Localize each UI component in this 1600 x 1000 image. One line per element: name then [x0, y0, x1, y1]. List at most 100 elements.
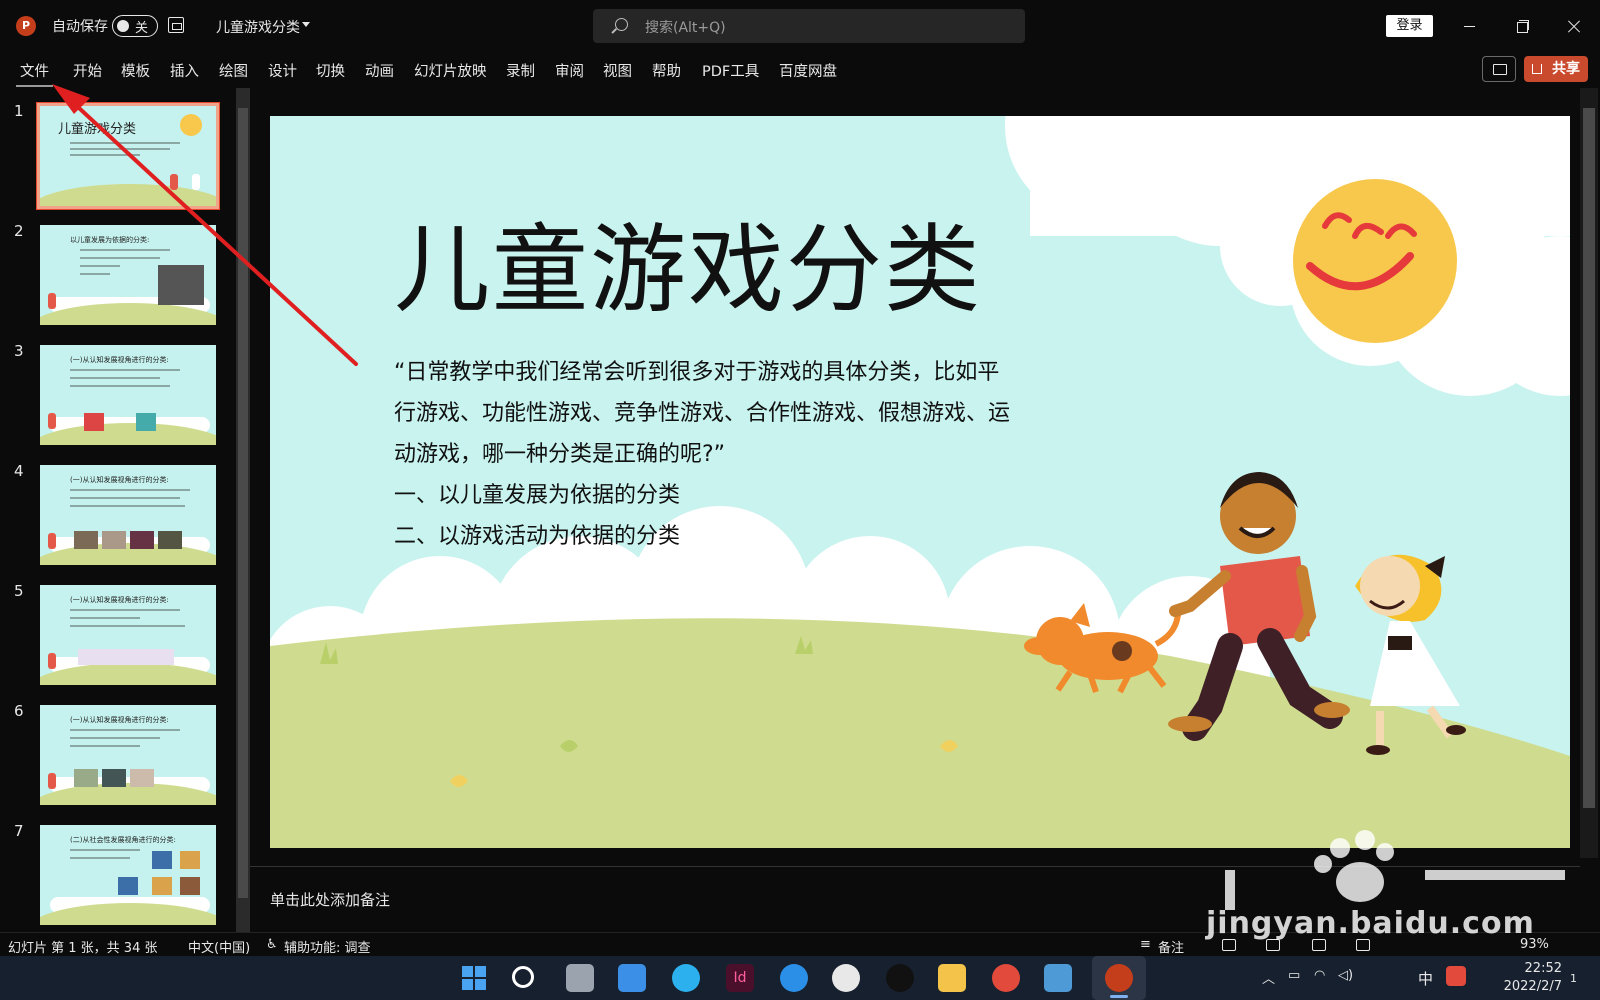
autosave-toggle[interactable]: 关	[112, 15, 158, 37]
slide-thumbnail-4[interactable]: (一)从认知发展视角进行的分类:	[40, 465, 216, 565]
system-clock[interactable]: 22:52 2022/2/7	[1490, 960, 1562, 996]
powerpoint-taskbar-active[interactable]	[1092, 956, 1146, 1000]
thumb-photo	[84, 413, 104, 431]
thumbnail-number: 7	[14, 822, 24, 840]
tab-transitions[interactable]: 切换	[316, 60, 345, 81]
indesign-icon[interactable]: Id	[726, 964, 754, 992]
slide-title[interactable]: 儿童游戏分类	[394, 192, 982, 331]
ime-indicator[interactable]: 中	[1418, 968, 1433, 989]
document-title[interactable]: 儿童游戏分类	[216, 17, 300, 37]
file-explorer-icon[interactable]	[938, 964, 966, 992]
notes-toggle[interactable]: 备注	[1158, 937, 1184, 956]
scroll-thumb[interactable]	[1583, 108, 1595, 808]
thumb-photo	[74, 769, 98, 787]
thumb-photo	[158, 531, 182, 549]
thumb-figure	[170, 174, 178, 190]
thumb-text-line	[70, 729, 180, 731]
thumb-text-line	[70, 857, 130, 859]
slide-thumbnail-2[interactable]: 以儿童发展为依据的分类:	[40, 225, 216, 325]
login-button[interactable]: 登录	[1386, 15, 1433, 37]
tab-insert[interactable]: 插入	[170, 60, 199, 81]
thumb-text-line	[70, 745, 140, 747]
tab-draw[interactable]: 绘图	[219, 60, 248, 81]
search-input[interactable]: 搜索(Alt+Q)	[593, 9, 1025, 43]
battery-icon[interactable]: ▭	[1288, 968, 1300, 983]
slide-body-text[interactable]: “日常教学中我们经常会听到很多对于游戏的具体分类，比如平行游戏、功能性游戏、竞争…	[394, 352, 1014, 557]
sogou-ime-icon[interactable]	[1446, 966, 1466, 986]
share-button[interactable]: 共享	[1524, 56, 1588, 82]
chevron-up-icon[interactable]: ︿	[1262, 968, 1275, 987]
thumb-photo	[118, 877, 138, 895]
thumbnail-number: 6	[14, 702, 24, 720]
grass-hill	[270, 618, 1570, 848]
wifi-icon[interactable]: ◠	[1314, 968, 1325, 983]
cloud-top-right	[1005, 116, 1570, 396]
editor-scrollbar[interactable]	[1580, 88, 1598, 858]
notepad-icon[interactable]	[1044, 964, 1072, 992]
autosave-label: 自动保存	[52, 19, 108, 35]
windows-start-icon[interactable]	[460, 964, 488, 992]
close-icon[interactable]	[1562, 14, 1586, 38]
thumb-text-line	[70, 617, 140, 619]
widgets-icon[interactable]	[618, 964, 646, 992]
volume-icon[interactable]: ◁)	[1338, 968, 1353, 983]
thumb-figure	[48, 653, 56, 669]
thumb-photo	[78, 649, 174, 665]
slide-bullet-1: 一、以儿童发展为依据的分类	[394, 483, 681, 508]
thumb-text-line	[70, 142, 180, 144]
save-icon[interactable]	[168, 17, 184, 33]
title-bar: P 自动保存 关 儿童游戏分类 搜索(Alt+Q) 登录	[0, 0, 1600, 52]
tab-review[interactable]: 审阅	[555, 60, 584, 81]
chrome-icon[interactable]	[992, 964, 1020, 992]
search-icon	[615, 18, 628, 31]
tab-home[interactable]: 开始	[73, 60, 102, 81]
thumb-text-line	[70, 497, 180, 499]
tab-help[interactable]: 帮助	[652, 60, 681, 81]
tab-animations[interactable]: 动画	[365, 60, 394, 81]
qq-icon[interactable]	[886, 964, 914, 992]
accessibility-status[interactable]: 辅助功能: 调查	[284, 937, 371, 956]
browser-e-icon[interactable]	[672, 964, 700, 992]
thumb-text-line	[70, 737, 160, 739]
tab-design[interactable]: 设计	[268, 60, 297, 81]
tab-templates[interactable]: 模板	[121, 60, 150, 81]
thumbnails-scrollbar[interactable]	[236, 88, 250, 932]
slide-thumbnail-1[interactable]: 儿童游戏分类	[36, 102, 220, 210]
notification-count[interactable]: 1	[1570, 972, 1577, 985]
tab-view[interactable]: 视图	[603, 60, 632, 81]
language-indicator[interactable]: 中文(中国)	[188, 937, 250, 956]
search-placeholder: 搜索(Alt+Q)	[645, 20, 726, 36]
tab-pdf-tools[interactable]: PDF工具	[702, 60, 759, 81]
thumb-text-line	[70, 625, 185, 627]
tab-baidu-netdisk[interactable]: 百度网盘	[779, 60, 837, 81]
tab-file[interactable]: 文件	[16, 60, 53, 87]
minimize-icon[interactable]	[1458, 14, 1482, 38]
thumb-text-line	[80, 273, 110, 275]
slide-thumbnail-5[interactable]: (一)从认知发展视角进行的分类:	[40, 585, 216, 685]
thumb-text-line	[80, 257, 160, 259]
thumbnail-title: 以儿童发展为依据的分类:	[70, 236, 150, 244]
quark-icon[interactable]	[832, 964, 860, 992]
powerpoint-taskbar-icon	[1105, 964, 1133, 992]
slide-thumbnail-3[interactable]: (一)从认知发展视角进行的分类:	[40, 345, 216, 445]
slide-thumbnail-7[interactable]: (二)从社会性发展视角进行的分类:	[40, 825, 216, 925]
thumb-text-line	[70, 489, 190, 491]
powerpoint-logo-icon: P	[16, 16, 36, 36]
clock-time: 22:52	[1524, 961, 1562, 976]
thumb-photo	[152, 851, 172, 869]
scroll-thumb[interactable]	[238, 108, 248, 898]
current-slide[interactable]: 儿童游戏分类 “日常教学中我们经常会听到很多对于游戏的具体分类，比如平行游戏、功…	[270, 116, 1570, 848]
search-taskbar-icon[interactable]	[512, 966, 534, 988]
comments-button[interactable]	[1482, 56, 1516, 82]
feishu-icon[interactable]	[780, 964, 808, 992]
chevron-down-icon[interactable]	[302, 22, 310, 27]
slide-thumbnail-6[interactable]: (一)从认知发展视角进行的分类:	[40, 705, 216, 805]
thumb-figure	[192, 174, 200, 190]
task-view-icon[interactable]	[566, 964, 594, 992]
autosave-state: 关	[135, 21, 149, 36]
tab-slideshow[interactable]: 幻灯片放映	[414, 60, 487, 81]
taskbar: Id ︿ ▭ ◠ ◁) 中 22:52 2022/2/7 1	[0, 956, 1600, 1000]
tab-record[interactable]: 录制	[506, 60, 535, 81]
slide-count: 幻灯片 第 1 张，共 34 张	[8, 941, 158, 956]
restore-icon[interactable]	[1510, 14, 1534, 38]
